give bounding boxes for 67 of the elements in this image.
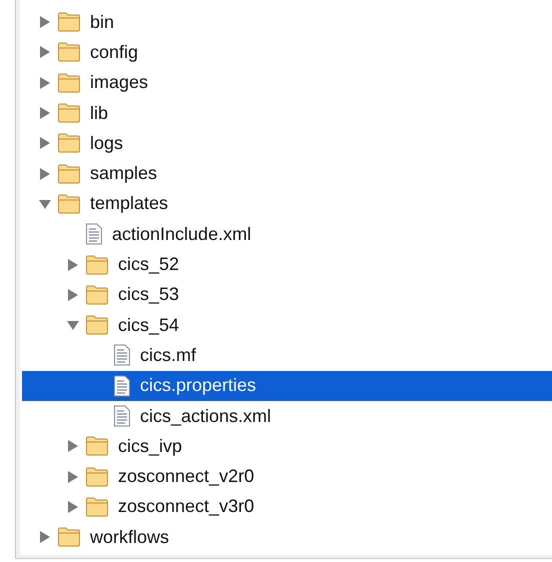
folder-icon xyxy=(57,133,81,154)
tree-item-label: zosconnect_v2r0 xyxy=(118,466,254,488)
tree-item-label: templates xyxy=(90,193,168,214)
folder-icon xyxy=(85,496,109,517)
tree-row[interactable]: actionInclude.xml xyxy=(22,219,552,250)
expand-arrow-icon[interactable] xyxy=(39,15,51,30)
tree-item-label: actionInclude.xml xyxy=(112,224,252,245)
folder-icon xyxy=(57,527,81,548)
tree-item-label: bin xyxy=(90,12,114,33)
folder-icon xyxy=(57,103,81,124)
tree-item-label: zosconnect_v3r0 xyxy=(118,496,254,518)
tree-item-label: images xyxy=(90,72,148,94)
tree-row[interactable]: samples xyxy=(22,158,552,189)
tree-row[interactable]: cics_53 xyxy=(22,280,552,310)
tree-item-label: lib xyxy=(90,102,108,124)
tree-item-label: config xyxy=(90,42,138,63)
collapse-arrow-icon[interactable] xyxy=(67,318,79,332)
tree-item-label: cics_54 xyxy=(118,314,180,336)
tree-row[interactable]: zosconnect_v2r0 xyxy=(22,461,552,492)
tree-item-label: cics_52 xyxy=(118,254,180,276)
document-icon xyxy=(113,405,131,427)
expand-arrow-icon[interactable] xyxy=(67,500,79,514)
tree-item-label: workflows xyxy=(90,526,170,548)
tree-item-label: cics.properties xyxy=(140,375,256,396)
tree-item-label: logs xyxy=(90,132,124,154)
folder-icon xyxy=(57,164,81,184)
tree-row[interactable]: zosconnect_v3r0 xyxy=(22,492,552,522)
tree-row[interactable]: lib xyxy=(22,98,552,128)
tree-item-label: cics.mf xyxy=(140,344,196,366)
folder-icon xyxy=(57,72,81,93)
folder-icon xyxy=(57,12,81,32)
tree-row[interactable]: cics.mf xyxy=(22,340,552,371)
tree-row[interactable]: workflows xyxy=(22,522,552,552)
folder-icon xyxy=(85,284,109,305)
tree-item-label: cics_ivp xyxy=(118,436,182,457)
folder-icon xyxy=(85,254,109,275)
expand-arrow-icon[interactable] xyxy=(67,288,79,302)
folder-icon xyxy=(85,466,109,487)
document-icon xyxy=(85,223,103,246)
tree-row[interactable]: images xyxy=(22,68,552,98)
folder-icon xyxy=(57,194,81,214)
expand-arrow-icon[interactable] xyxy=(67,470,79,484)
expand-arrow-icon[interactable] xyxy=(39,106,51,120)
tree-item-label: cics_53 xyxy=(118,284,180,306)
tree-row[interactable]: cics.properties xyxy=(22,370,552,401)
tree-item-label: cics_actions.xml xyxy=(140,406,272,426)
expand-arrow-icon[interactable] xyxy=(67,439,79,454)
tree-row[interactable]: cics_ivp xyxy=(22,431,552,462)
folder-icon xyxy=(85,436,109,456)
folder-icon xyxy=(85,315,109,336)
tree-item-label: samples xyxy=(90,163,158,184)
expand-arrow-icon[interactable] xyxy=(39,136,51,150)
tree-row[interactable]: templates xyxy=(22,188,552,220)
expand-arrow-icon[interactable] xyxy=(39,76,51,90)
document-icon xyxy=(113,344,131,366)
tree-row[interactable]: bin xyxy=(22,7,552,38)
document-icon xyxy=(113,374,131,397)
tree-row[interactable]: cics_54 xyxy=(22,310,552,340)
expand-arrow-icon[interactable] xyxy=(39,530,51,544)
tree-row[interactable]: cics_actions.xml xyxy=(22,400,552,432)
folder-icon xyxy=(57,42,81,62)
expand-arrow-icon[interactable] xyxy=(67,258,79,272)
expand-arrow-icon[interactable] xyxy=(39,166,51,181)
tree-row[interactable]: logs xyxy=(22,128,552,158)
expand-arrow-icon[interactable] xyxy=(39,45,51,60)
tree-row[interactable]: cics_52 xyxy=(22,249,552,280)
tree-row[interactable]: config xyxy=(22,37,552,68)
